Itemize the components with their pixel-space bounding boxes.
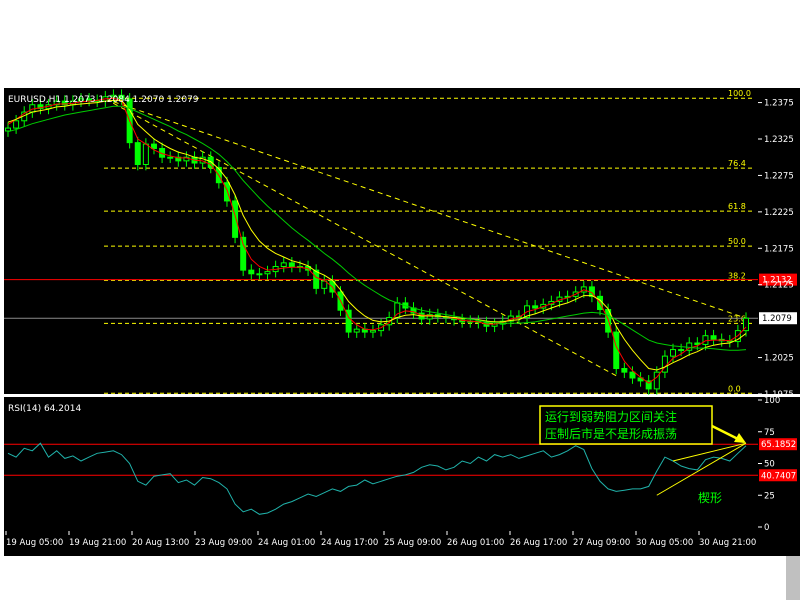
time-tick-label: 24 Aug 01:00 xyxy=(258,538,315,548)
chart-window[interactable]: 100.0 76.4 61.8 50.0 38.2 23.6 0.0 1.2132 1.2079… xyxy=(0,0,800,600)
candle-body xyxy=(288,262,295,268)
candle-body xyxy=(13,120,20,129)
time-tick-label: 23 Aug 09:00 xyxy=(195,538,252,548)
candle-body xyxy=(678,349,685,352)
time-tick-label: 19 Aug 05:00 xyxy=(6,538,63,548)
fib-level-label: 61.8 xyxy=(728,202,746,211)
candle-body xyxy=(710,335,717,340)
price-tick-label: 1.2225 xyxy=(764,208,794,218)
candle-body xyxy=(248,269,255,275)
callout-line-2: 压制后市是不是形成振荡 xyxy=(545,426,677,441)
time-tick-label: 27 Aug 09:00 xyxy=(573,538,630,548)
price-panel[interactable] xyxy=(4,88,758,394)
rsi-tick-label: 50 xyxy=(764,460,775,470)
candle-body xyxy=(142,143,149,166)
time-tick-label: 19 Aug 21:00 xyxy=(69,538,126,548)
candle-body xyxy=(264,271,271,275)
rsi-level-label: 65.1852 xyxy=(761,440,796,450)
time-tick-label: 20 Aug 13:00 xyxy=(132,538,189,548)
candle-body xyxy=(167,156,174,159)
candle-body xyxy=(256,273,263,276)
price-tick-label: 1.2175 xyxy=(764,244,794,254)
price-tick-label: 1.2375 xyxy=(764,99,794,109)
time-tick-label: 26 Aug 01:00 xyxy=(447,538,504,548)
rsi-level-label: 40.7407 xyxy=(761,471,796,481)
candle-body xyxy=(532,305,539,309)
rsi-tick-label: 75 xyxy=(764,428,775,438)
wedge-label: 楔形 xyxy=(698,491,722,505)
rsi-tick-label: 0 xyxy=(764,523,769,533)
rsi-tick-label: 100 xyxy=(764,396,780,406)
candle-body xyxy=(150,143,157,149)
price-tick-label: 1.2025 xyxy=(764,354,794,364)
rsi-header: RSI(14) 64.2014 xyxy=(8,404,81,414)
fib-level-label: 38.2 xyxy=(728,271,746,280)
candle-body xyxy=(240,236,247,271)
time-tick-label: 24 Aug 17:00 xyxy=(321,538,378,548)
fib-level-label: 100.0 xyxy=(728,89,751,98)
candle-body xyxy=(223,182,230,202)
chart-canvas[interactable]: 100.076.461.850.038.223.60.01.21321.2079… xyxy=(0,0,800,600)
candle-body xyxy=(353,328,360,333)
current-price-label: 1.2079 xyxy=(762,314,792,324)
candle-body xyxy=(207,156,214,168)
fib-level-label: 50.0 xyxy=(728,237,746,246)
price-tick-label: 1.2325 xyxy=(764,135,794,145)
candle-body xyxy=(232,200,239,238)
candle-body xyxy=(702,335,709,345)
time-tick-label: 30 Aug 21:00 xyxy=(699,538,756,548)
candle-body xyxy=(134,142,141,165)
price-tick-label: 1.2125 xyxy=(764,281,794,291)
time-tick-label: 26 Aug 17:00 xyxy=(510,538,567,548)
candle-body xyxy=(670,349,677,357)
symbol-header: EURUSD,H1 1.2073 1.2084 1.2070 1.2079 xyxy=(8,95,199,105)
time-tick-label: 30 Aug 05:00 xyxy=(636,538,693,548)
candle-body xyxy=(280,262,287,268)
candle-body xyxy=(369,330,376,333)
callout-line-1: 运行到弱势阻力区间关注 xyxy=(545,409,677,424)
fib-level-label: 0.0 xyxy=(728,384,741,393)
candle-body xyxy=(621,368,628,373)
fib-level-label: 76.4 xyxy=(728,159,746,168)
rsi-tick-label: 25 xyxy=(764,491,775,501)
price-tick-label: 1.2275 xyxy=(764,171,794,181)
candle-body xyxy=(5,127,11,132)
candle-body xyxy=(629,371,636,379)
time-tick-label: 25 Aug 09:00 xyxy=(384,538,441,548)
